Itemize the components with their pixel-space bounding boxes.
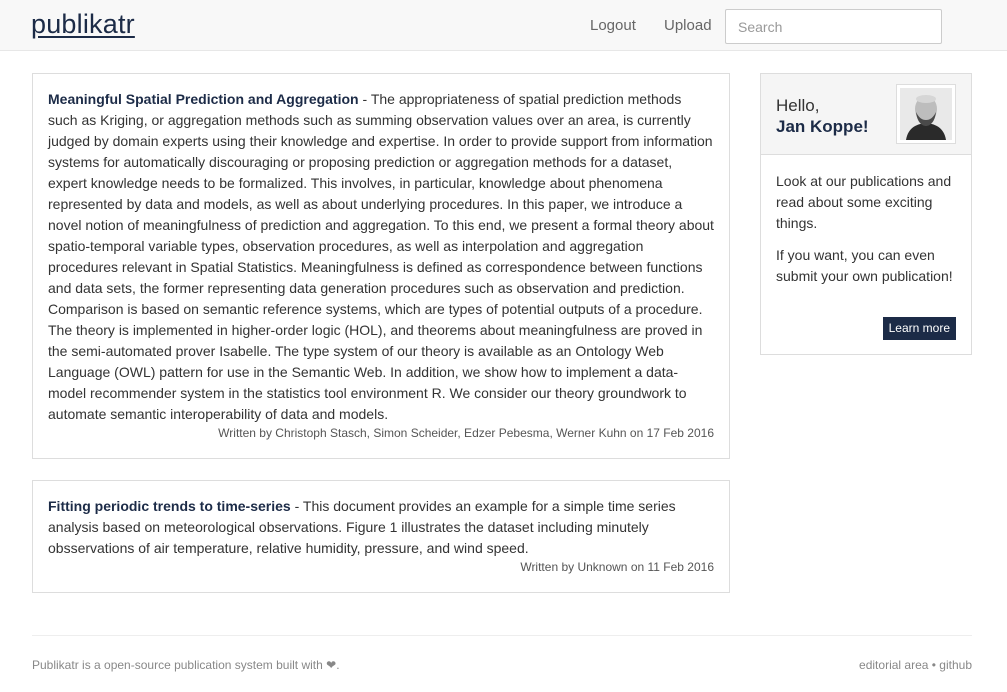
github-link[interactable]: github bbox=[939, 658, 972, 672]
user-name: Jan Koppe! bbox=[776, 117, 869, 136]
publication-card: Meaningful Spatial Prediction and Aggreg… bbox=[32, 73, 730, 459]
user-avatar-icon bbox=[900, 88, 952, 140]
publication-abstract: The appropriateness of spatial predictio… bbox=[48, 91, 714, 422]
search-input[interactable] bbox=[725, 9, 942, 44]
editorial-area-link[interactable]: editorial area bbox=[859, 658, 928, 672]
footer-separator: • bbox=[928, 658, 940, 672]
greeting-text: Hello, bbox=[776, 96, 820, 115]
publication-title-link[interactable]: Meaningful Spatial Prediction and Aggreg… bbox=[48, 91, 359, 107]
publication-summary: Meaningful Spatial Prediction and Aggreg… bbox=[48, 89, 714, 425]
upload-link[interactable]: Upload bbox=[664, 17, 712, 34]
publication-byline: Written by Unknown on 11 Feb 2016 bbox=[520, 560, 714, 574]
learn-more-button[interactable]: Learn more bbox=[882, 317, 956, 340]
welcome-panel-header: Hello, Jan Koppe! bbox=[761, 74, 971, 155]
brand-logo-link[interactable]: publikatr bbox=[31, 9, 135, 40]
footer-links: editorial area • github bbox=[859, 658, 972, 672]
publication-title-link[interactable]: Fitting periodic trends to time-series bbox=[48, 498, 291, 514]
publication-byline: Written by Christoph Stasch, Simon Schei… bbox=[218, 426, 714, 440]
footer-tagline: Publikatr is a open-source publication s… bbox=[32, 658, 340, 672]
avatar bbox=[896, 84, 956, 144]
greeting: Hello, Jan Koppe! bbox=[776, 95, 869, 137]
footer-divider bbox=[32, 635, 972, 636]
title-separator: - bbox=[358, 91, 371, 107]
navbar: publikatr Logout Upload bbox=[0, 0, 1007, 51]
logout-link[interactable]: Logout bbox=[590, 17, 636, 34]
welcome-panel-body: Look at our publications and read about … bbox=[761, 155, 971, 287]
publication-card: Fitting periodic trends to time-series -… bbox=[32, 480, 730, 593]
welcome-paragraph: If you want, you can even submit your ow… bbox=[776, 247, 953, 284]
title-separator: - bbox=[290, 498, 303, 514]
welcome-panel: Hello, Jan Koppe! Look at our publicatio… bbox=[760, 73, 972, 355]
welcome-paragraph: Look at our publications and read about … bbox=[776, 173, 952, 231]
publication-summary: Fitting periodic trends to time-series -… bbox=[48, 496, 714, 559]
